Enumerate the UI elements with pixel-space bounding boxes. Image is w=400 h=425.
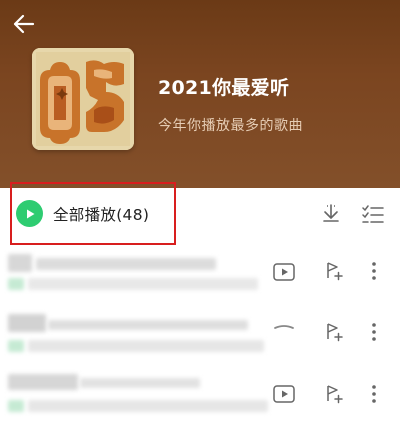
song-title-blurred	[48, 320, 248, 330]
song-row[interactable]	[0, 366, 400, 425]
song-row[interactable]	[0, 306, 400, 366]
back-arrow-icon[interactable]	[10, 10, 38, 38]
play-circle-icon[interactable]	[16, 200, 43, 227]
more-icon[interactable]	[368, 260, 380, 282]
download-icon[interactable]	[320, 202, 342, 224]
add-to-playlist-icon[interactable]	[324, 384, 344, 404]
add-to-playlist-icon[interactable]	[324, 261, 344, 281]
song-quality-badge-blurred	[8, 278, 24, 290]
song-title-blurred	[36, 258, 216, 270]
song-artist-blurred	[28, 400, 268, 412]
add-to-playlist-icon[interactable]	[324, 322, 344, 342]
song-subtitle-blurred	[80, 378, 200, 388]
playlist-cover[interactable]	[32, 48, 134, 150]
mv-icon[interactable]	[273, 385, 295, 403]
more-icon[interactable]	[368, 383, 380, 405]
song-quality-badge-blurred	[8, 400, 24, 412]
more-icon[interactable]	[368, 321, 380, 343]
play-all-label[interactable]: 全部播放(48)	[53, 203, 149, 225]
playlist-subtitle: 今年你播放最多的歌曲	[158, 118, 303, 134]
song-artist-blurred	[28, 278, 258, 290]
song-artist-blurred	[28, 340, 264, 352]
song-index-blurred	[8, 314, 46, 332]
playlist-title: 2021你最爱听	[158, 77, 290, 99]
song-index-blurred	[8, 254, 32, 272]
multi-select-icon[interactable]	[362, 204, 384, 224]
playing-indicator-icon[interactable]	[273, 322, 295, 340]
song-title-blurred	[8, 374, 78, 390]
song-row[interactable]	[0, 246, 400, 306]
mv-icon[interactable]	[273, 263, 295, 281]
song-quality-badge-blurred	[8, 340, 24, 352]
playlist-header: 2021你最爱听 今年你播放最多的歌曲	[0, 0, 400, 188]
